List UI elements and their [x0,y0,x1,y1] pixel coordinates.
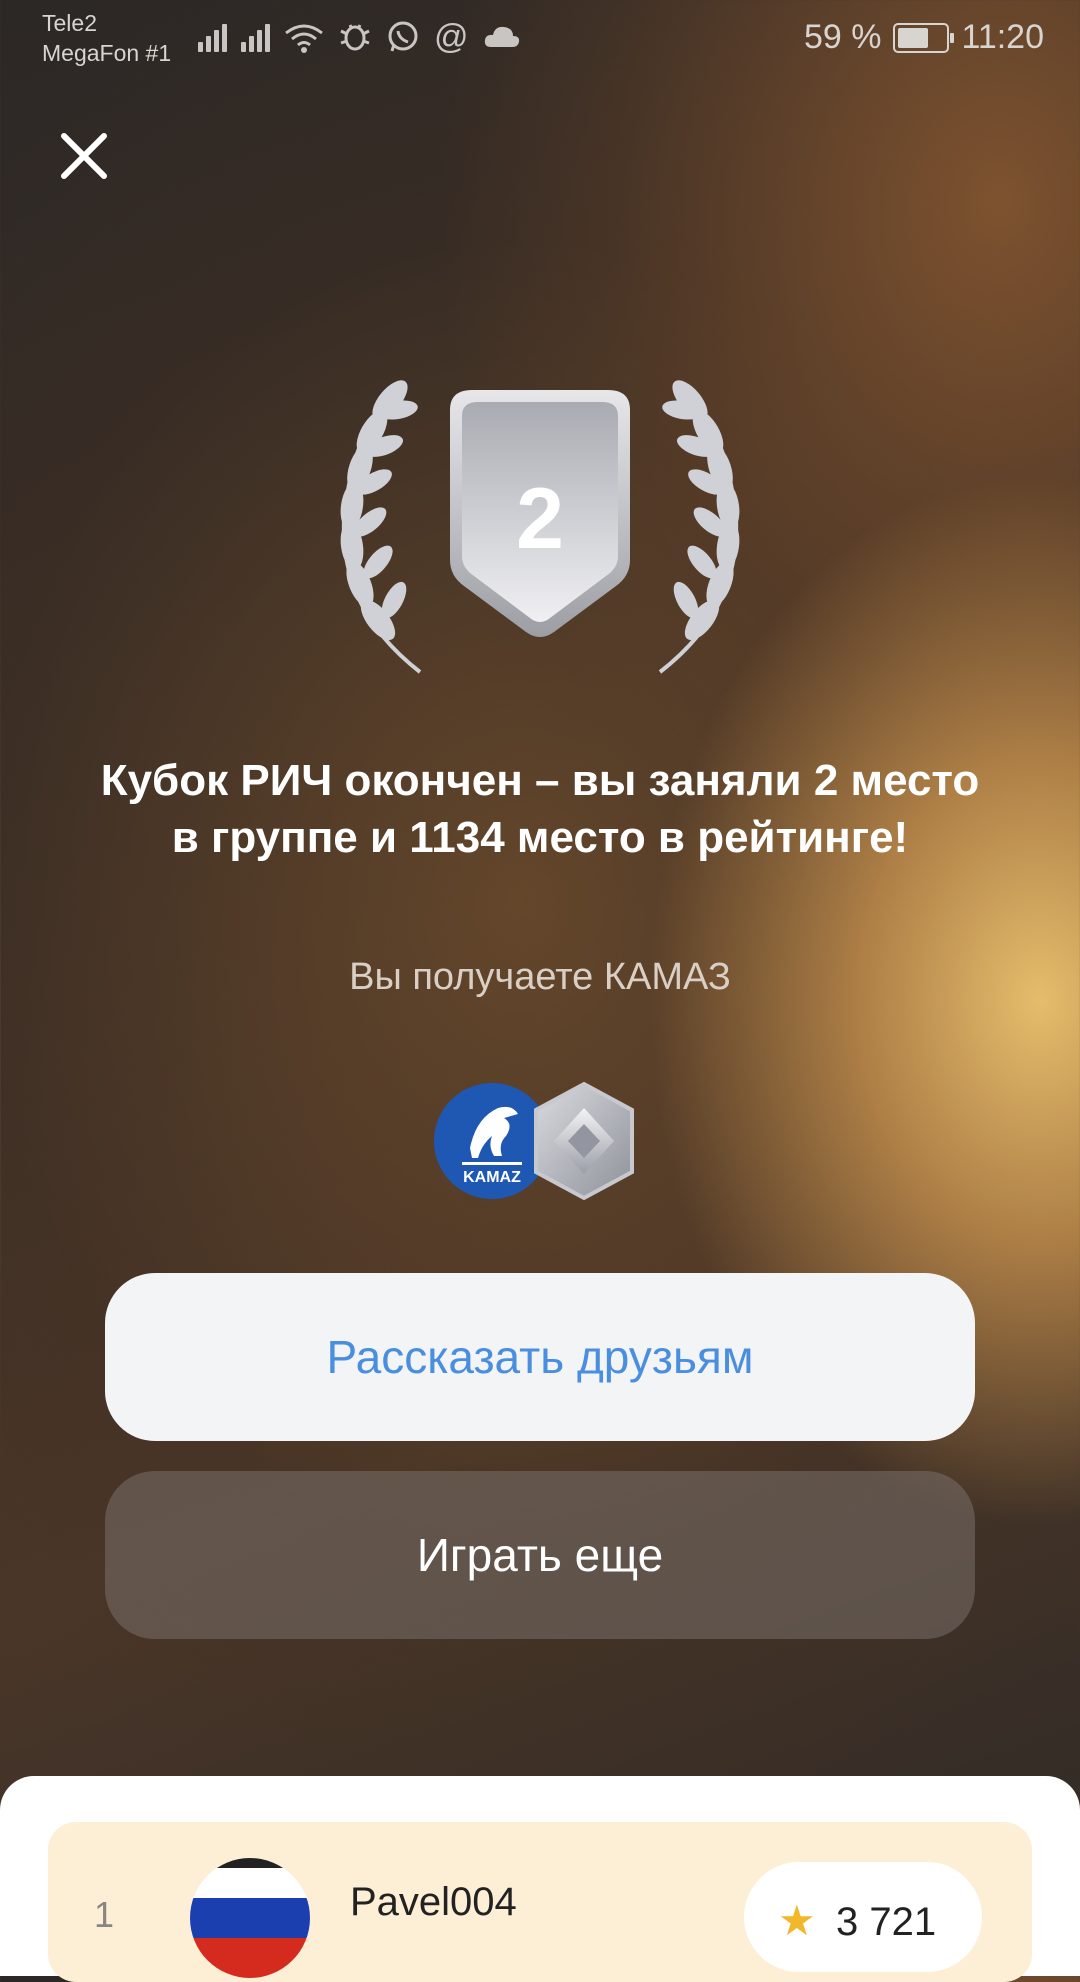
avatar [190,1858,310,1978]
whatsapp-icon [388,21,418,52]
leaderboard-sheet[interactable]: 1 Pavel004 ★ 3 721 [0,1776,1080,1982]
kamaz-logo-icon: KAMAZ [434,1083,550,1199]
status-right: 59 % 11:20 [804,18,1044,57]
bug-icon [340,24,370,51]
row-rank: 1 [94,1894,115,1935]
close-icon[interactable] [58,130,110,182]
place-badge: 2 [300,370,780,690]
carrier-info: Tele2 MegaFon #1 [42,8,171,68]
share-with-friends-button[interactable]: Рассказать друзьям [105,1273,975,1441]
status-icons: @ [198,20,521,54]
player-name: Pavel004 [350,1880,517,1924]
reward-text: Вы получаете КАМАЗ [349,956,731,998]
carrier-2: MegaFon #1 [42,40,172,66]
clock: 11:20 [961,18,1044,56]
at-icon: @ [434,18,469,56]
play-again-button[interactable]: Играть еще [105,1471,975,1639]
kamaz-logo-text: KAMAZ [463,1169,521,1186]
star-icon: ★ [778,1897,816,1944]
player-score: 3 721 [836,1900,937,1944]
signal-icon [198,22,227,52]
cloud-icon [484,26,519,47]
place-number: 2 [516,471,564,567]
wifi-icon [285,24,323,53]
leaderboard-row[interactable]: 1 Pavel004 ★ 3 721 [48,1822,1032,1982]
signal-icon [241,22,270,52]
battery-percent: 59 % [803,18,882,56]
score-pill: ★ 3 721 [744,1862,982,1972]
status-bar: Tele2 MegaFon #1 @ 59 % 11:20 [0,0,1080,76]
silver-league-icon [534,1081,634,1201]
reward-icons: KAMAZ [432,1078,652,1204]
carrier-1: Tele2 [42,10,97,36]
battery-icon [893,22,955,53]
result-headline: Кубок РИЧ окончен – вы заняли 2 место в … [100,756,980,862]
